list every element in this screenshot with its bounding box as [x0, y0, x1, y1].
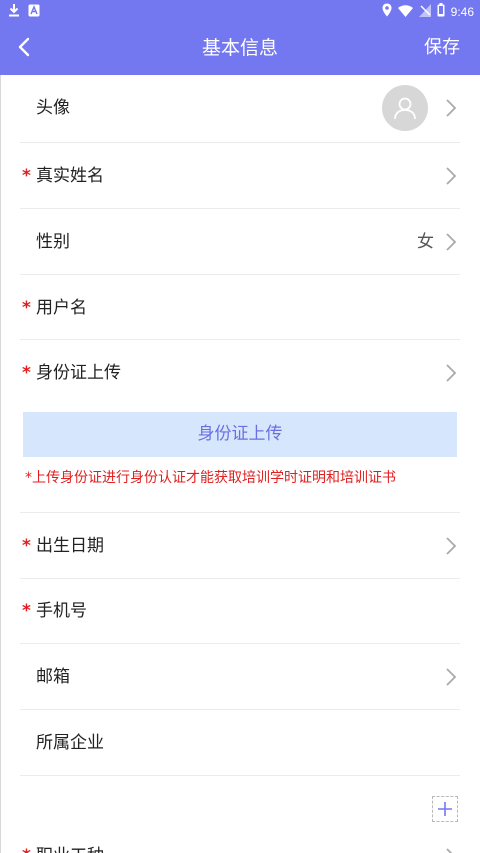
row-occupation-label: 职业工种: [36, 844, 104, 853]
row-email[interactable]: 邮箱: [20, 644, 460, 710]
row-username-label: 用户名: [36, 298, 87, 318]
plus-icon: [438, 802, 452, 816]
avatar[interactable]: [382, 85, 428, 131]
row-email-label: 邮箱: [36, 667, 70, 687]
left-edge-divider: [0, 75, 1, 853]
chevron-right-icon: [446, 167, 457, 185]
a-icon: [28, 2, 40, 21]
id-upload-note: *上传身份证进行身份认证才能获取培训学时证明和培训证书: [25, 470, 396, 486]
app-header: 基本信息 保存: [0, 20, 480, 75]
row-company-label: 所属企业: [36, 733, 104, 753]
wifi-icon: [397, 2, 413, 21]
row-id-upload[interactable]: * 身份证上传: [20, 340, 460, 405]
row-real-name-label: 真实姓名: [36, 166, 104, 186]
required-star: *: [22, 601, 31, 621]
status-left-icons: [8, 2, 40, 21]
chevron-right-icon: [446, 668, 457, 686]
user-icon: [394, 97, 416, 120]
location-icon: [382, 2, 392, 21]
row-real-name[interactable]: * 真实姓名: [20, 143, 460, 209]
id-upload-button[interactable]: 身份证上传: [23, 412, 457, 457]
section-divider: [20, 497, 460, 513]
required-star: *: [22, 166, 31, 186]
row-phone[interactable]: * 手机号: [20, 579, 460, 644]
chevron-right-icon: [446, 233, 457, 251]
row-gender[interactable]: 性别 女: [20, 209, 460, 275]
row-avatar[interactable]: 头像: [20, 75, 460, 143]
required-star: *: [22, 844, 31, 853]
download-icon: [8, 2, 20, 21]
screen: 9:46 基本信息 保存 头像 * 真实姓名 性别 女 * 用户名 * 身份证上…: [0, 0, 480, 853]
row-username[interactable]: * 用户名: [20, 275, 460, 340]
row-phone-label: 手机号: [36, 601, 87, 621]
save-button[interactable]: 保存: [424, 35, 460, 61]
add-company-button[interactable]: [432, 796, 458, 822]
chevron-right-icon: [446, 848, 453, 853]
page-title: 基本信息: [201, 37, 278, 59]
row-id-upload-label: 身份证上传: [36, 363, 121, 383]
row-birth-date[interactable]: * 出生日期: [20, 513, 460, 579]
row-avatar-label: 头像: [36, 98, 70, 118]
required-star: *: [22, 536, 31, 556]
row-birth-date-label: 出生日期: [36, 536, 104, 556]
battery-icon: [437, 2, 445, 21]
signal-icon: [418, 2, 431, 21]
chevron-right-icon: [446, 99, 457, 117]
chevron-right-icon: [446, 364, 457, 382]
row-company[interactable]: 所属企业: [20, 710, 460, 776]
row-gender-label: 性别: [36, 232, 70, 252]
chevron-right-icon: [446, 537, 457, 555]
status-time: 9:46: [450, 4, 474, 19]
row-gender-value: 女: [417, 232, 434, 252]
status-bar: 9:46: [0, 0, 480, 20]
status-right-icons: 9:46: [382, 2, 474, 21]
required-star: *: [22, 363, 31, 383]
required-star: *: [22, 298, 31, 318]
